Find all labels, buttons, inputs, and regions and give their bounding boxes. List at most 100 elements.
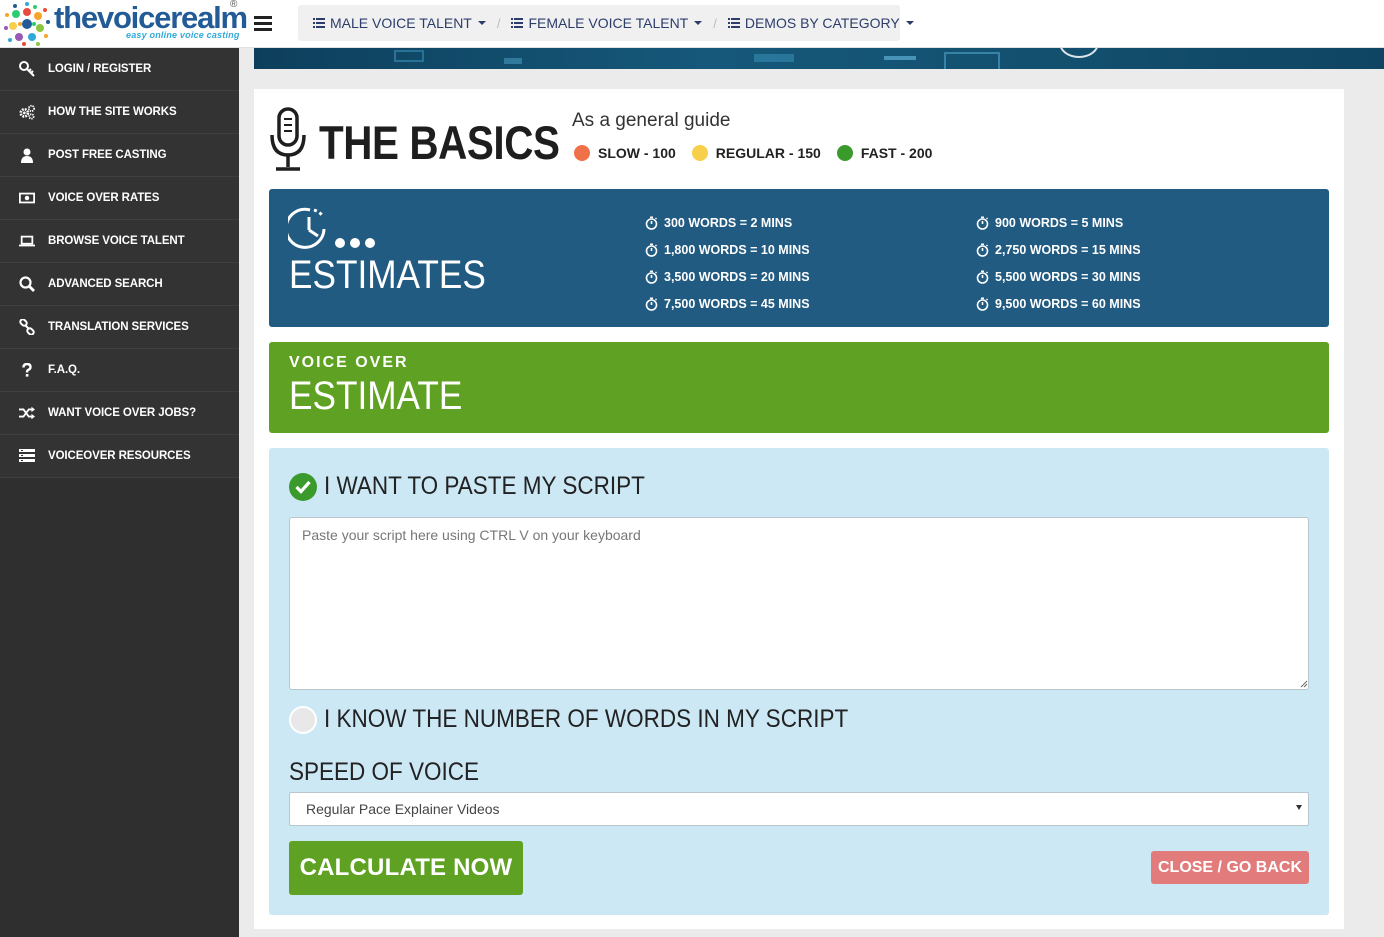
nav-male-voice-talent[interactable]: MALE VOICE TALENT [313, 15, 486, 31]
speed-of-voice-label: SPEED OF VOICE [289, 758, 480, 786]
estimate-row: 2,750 WORDS = 15 MINS [976, 236, 1141, 263]
estimate-text: 1,800 WORDS = 10 MINS [664, 242, 810, 257]
caret-down-icon [905, 21, 914, 25]
stopwatch-icon [976, 270, 989, 284]
menu-toggle-icon[interactable] [254, 16, 272, 32]
caret-down-icon [694, 21, 703, 25]
shuffle-icon [19, 405, 35, 421]
script-textarea[interactable] [289, 517, 1309, 690]
list-icon [511, 18, 524, 28]
legend-slow: SLOW - 100 [598, 145, 676, 161]
speed-of-voice-select[interactable]: Regular Pace Explainer Videos [289, 792, 1309, 826]
microphone-icon [270, 107, 306, 171]
list-icon [727, 18, 740, 28]
estimate-text: 5,500 WORDS = 30 MINS [995, 269, 1141, 284]
link-icon [19, 319, 35, 335]
basics-header: THE BASICS As a general guide SLOW - 100… [269, 107, 969, 177]
estimate-row: 1,800 WORDS = 10 MINS [645, 236, 810, 263]
basics-title: THE BASICS [319, 116, 560, 169]
sidebar-item-translation-services[interactable]: TRANSLATION SERVICES [0, 306, 239, 349]
user-icon [19, 147, 35, 163]
legend-fast: FAST - 200 [860, 145, 933, 161]
estimates-column-right: 900 WORDS = 5 MINS 2,750 WORDS = 15 MINS… [976, 209, 1141, 317]
list-icon [19, 448, 35, 464]
estimate-text: 3,500 WORDS = 20 MINS [664, 269, 810, 284]
nav-label: DEMOS BY CATEGORY [744, 15, 900, 31]
stopwatch-icon [645, 243, 658, 257]
sidebar-item-label: TRANSLATION SERVICES [48, 321, 189, 333]
sidebar-item-voiceover-resources[interactable]: VOICEOVER RESOURCES [0, 435, 239, 478]
stopwatch-icon [976, 297, 989, 311]
nav-label: MALE VOICE TALENT [330, 15, 472, 31]
estimate-row: 900 WORDS = 5 MINS [976, 209, 1141, 236]
estimate-text: 2,750 WORDS = 15 MINS [995, 242, 1141, 257]
question-icon [19, 362, 35, 378]
option-know-word-count[interactable]: I KNOW THE NUMBER OF WORDS IN MY SCRIPT [289, 705, 906, 734]
estimate-text: 300 WORDS = 2 MINS [664, 215, 793, 230]
estimate-text: 900 WORDS = 5 MINS [995, 215, 1124, 230]
nav-separator: / [496, 15, 501, 31]
money-icon [19, 190, 35, 206]
option-paste-script[interactable]: I WANT TO PASTE MY SCRIPT [289, 472, 681, 501]
sidebar-item-label: VOICEOVER RESOURCES [48, 450, 191, 462]
estimate-form: I WANT TO PASTE MY SCRIPT I KNOW THE NUM… [269, 448, 1329, 915]
sidebar-item-want-voice-over-jobs[interactable]: WANT VOICE OVER JOBS? [0, 392, 239, 435]
estimate-row: 7,500 WORDS = 45 MINS [645, 290, 810, 317]
nav-female-voice-talent[interactable]: FEMALE VOICE TALENT [511, 15, 703, 31]
logo-tagline: easy online voice casting [126, 30, 240, 40]
sidebar-item-label: POST FREE CASTING [48, 149, 167, 161]
top-bar: thevoicerealm easy online voice casting … [0, 0, 1384, 48]
dropdown-arrow-icon [1296, 805, 1302, 810]
sidebar-item-label: HOW THE SITE WORKS [48, 106, 177, 118]
resize-handle-icon[interactable] [1300, 680, 1308, 688]
slow-dot-icon [574, 145, 590, 161]
fast-dot-icon [836, 145, 853, 161]
search-icon [19, 276, 35, 292]
clock-icon [288, 207, 375, 249]
estimate-row: 5,500 WORDS = 30 MINS [976, 263, 1141, 290]
sidebar: LOGIN / REGISTER HOW THE SITE WORKS POST… [0, 48, 239, 937]
estimates-title: ESTIMATES [289, 253, 486, 297]
estimates-panel: ESTIMATES 300 WORDS = 2 MINS 1,800 WORDS… [269, 189, 1329, 327]
hero-banner-image [254, 48, 1384, 69]
gears-icon [19, 104, 35, 120]
sidebar-item-label: VOICE OVER RATES [48, 192, 160, 204]
close-go-back-button[interactable]: CLOSE / GO BACK [1151, 851, 1309, 884]
sidebar-item-login-register[interactable]: LOGIN / REGISTER [0, 48, 239, 91]
vo-header-big: ESTIMATE [289, 374, 463, 418]
estimate-text: 9,500 WORDS = 60 MINS [995, 296, 1141, 311]
sidebar-item-label: BROWSE VOICE TALENT [48, 235, 185, 247]
nav-label: FEMALE VOICE TALENT [528, 15, 689, 31]
speed-legend: SLOW - 100 REGULAR - 150 FAST - 200 [574, 145, 948, 161]
nav-separator: / [713, 15, 717, 31]
option-paste-label: I WANT TO PASTE MY SCRIPT [324, 472, 645, 500]
sidebar-item-label: F.A.Q. [48, 364, 80, 376]
estimates-column-left: 300 WORDS = 2 MINS 1,800 WORDS = 10 MINS… [645, 209, 810, 317]
stopwatch-icon [976, 216, 989, 230]
option-words-label: I KNOW THE NUMBER OF WORDS IN MY SCRIPT [324, 705, 849, 733]
sidebar-item-voice-over-rates[interactable]: VOICE OVER RATES [0, 177, 239, 220]
app-root: thevoicerealm easy online voice casting … [0, 0, 1384, 937]
sidebar-item-post-free-casting[interactable]: POST FREE CASTING [0, 134, 239, 177]
nav-demos-by-category[interactable]: DEMOS BY CATEGORY [727, 15, 914, 31]
site-logo[interactable]: thevoicerealm easy online voice casting … [2, 0, 248, 48]
logo-dots-icon [4, 2, 50, 46]
registered-mark: ® [230, 0, 238, 10]
estimate-row: 9,500 WORDS = 60 MINS [976, 290, 1141, 317]
sidebar-item-faq[interactable]: F.A.Q. [0, 349, 239, 392]
estimate-row: 300 WORDS = 2 MINS [645, 209, 810, 236]
key-icon [19, 61, 35, 77]
sidebar-item-advanced-search[interactable]: ADVANCED SEARCH [0, 263, 239, 306]
radio-unchecked-icon [289, 705, 317, 734]
regular-dot-icon [691, 145, 708, 161]
calculate-now-button[interactable]: CALCULATE NOW [289, 841, 523, 895]
voice-over-estimate-header: VOICE OVER ESTIMATE [269, 342, 1329, 433]
basics-guide-text: As a general guide [572, 110, 731, 131]
estimate-card: THE BASICS As a general guide SLOW - 100… [254, 89, 1344, 929]
estimate-row: 3,500 WORDS = 20 MINS [645, 263, 810, 290]
list-icon [313, 18, 325, 28]
sidebar-item-how-the-site-works[interactable]: HOW THE SITE WORKS [0, 91, 239, 134]
check-icon [289, 472, 317, 501]
sidebar-item-browse-voice-talent[interactable]: BROWSE VOICE TALENT [0, 220, 239, 263]
estimate-text: 7,500 WORDS = 45 MINS [664, 296, 810, 311]
